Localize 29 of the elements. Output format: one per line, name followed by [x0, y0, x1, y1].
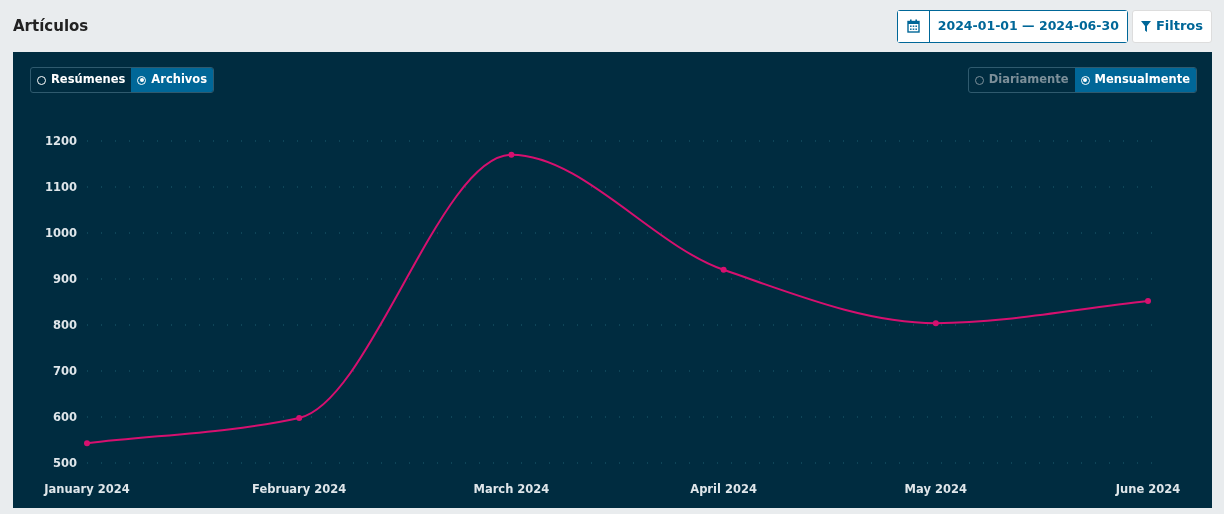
toggle-option[interactable]: Resúmenes [31, 68, 132, 92]
page-title: Artículos [13, 17, 89, 35]
axis-label: 500 [53, 456, 77, 470]
axis-label: 900 [53, 272, 77, 286]
axis-label: January 2024 [44, 482, 130, 496]
data-point [932, 320, 939, 327]
calendar-icon [906, 19, 920, 33]
data-point [508, 151, 515, 158]
axis-label: 1000 [45, 226, 77, 240]
toggle-option[interactable]: Archivos [131, 68, 214, 92]
axis-label: 600 [53, 410, 77, 424]
data-point [1145, 298, 1151, 305]
filters-button[interactable]: Filtros [1131, 9, 1212, 43]
axis-label: April 2024 [690, 482, 757, 496]
axis-label: May 2024 [904, 482, 967, 496]
axis-label: June 2024 [1115, 482, 1181, 496]
data-point [296, 414, 303, 421]
data-point [84, 440, 90, 447]
axis-label: 700 [53, 364, 77, 378]
toggle-option[interactable]: Diariamente [968, 68, 1075, 92]
date-range-picker[interactable]: 2024-01-01 — 2024-06-30 [896, 9, 1128, 43]
axis-label: 1100 [45, 180, 77, 194]
axis-label: 1200 [45, 134, 77, 148]
toggle-option[interactable]: Mensualmente [1074, 68, 1196, 92]
data-point [720, 266, 727, 273]
axis-label: 800 [53, 318, 77, 332]
filter-icon [1140, 20, 1151, 32]
axis-label: March 2024 [473, 482, 550, 496]
axis-label: February 2024 [252, 482, 347, 496]
